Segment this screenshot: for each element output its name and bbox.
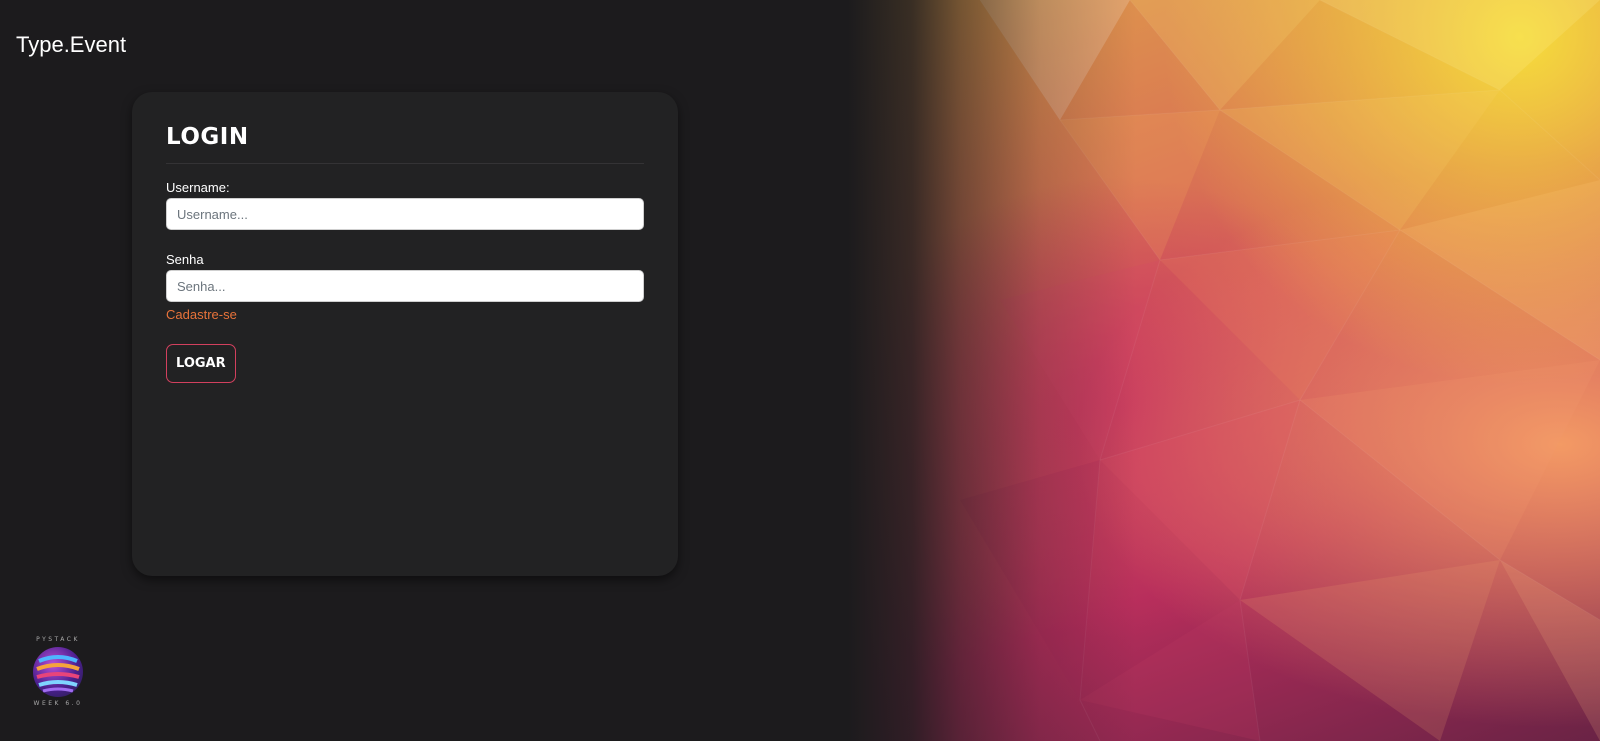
password-input[interactable] <box>166 270 644 302</box>
login-card: LOGIN Username: Senha Cadastre-se LOGAR <box>132 92 678 576</box>
username-input[interactable] <box>166 198 644 230</box>
login-title: LOGIN <box>166 124 249 150</box>
register-link[interactable]: Cadastre-se <box>166 307 237 322</box>
login-page: Type.Event LOGIN Username: Senha Cadastr… <box>0 0 1600 741</box>
title-divider <box>166 163 644 164</box>
password-label: Senha <box>166 252 204 267</box>
logo-art <box>36 655 80 693</box>
background-fade-overlay <box>800 0 1600 741</box>
logo-bottom-text: WEEK 6.0 <box>33 700 83 707</box>
pystack-week-logo: PYSTACK WEEK 6.0 <box>30 636 86 707</box>
password-group: Senha <box>166 252 644 302</box>
login-button[interactable]: LOGAR <box>166 344 236 383</box>
username-group: Username: <box>166 180 644 230</box>
brand-title[interactable]: Type.Event <box>16 32 126 58</box>
logo-top-text: PYSTACK <box>36 636 80 643</box>
pystack-week-logo-icon <box>33 647 83 697</box>
username-label: Username: <box>166 180 230 195</box>
